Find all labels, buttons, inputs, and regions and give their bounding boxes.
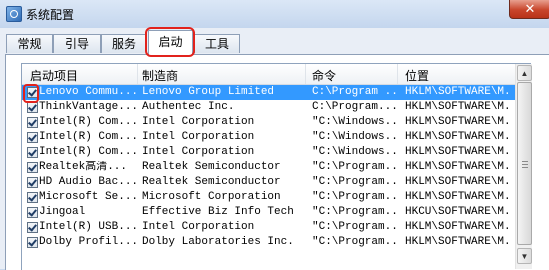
table-row[interactable]: Jingoal Effective Biz Info Tech ... "C:\… xyxy=(22,205,515,220)
column-divider[interactable] xyxy=(305,64,306,84)
system-config-icon xyxy=(6,6,22,22)
table-row[interactable]: Realtek高清... Realtek Semiconductor "C:\P… xyxy=(22,160,515,175)
location: HKLM\SOFTWARE\M... xyxy=(405,146,513,158)
location: HKLM\SOFTWARE\M... xyxy=(405,161,513,173)
row-checkbox[interactable] xyxy=(27,192,38,203)
panel-right-margin xyxy=(532,55,549,269)
table-row[interactable]: Intel(R) Com... Intel Corporation "C:\Wi… xyxy=(22,145,515,160)
location: HKLM\SOFTWARE\M... xyxy=(405,101,513,113)
window-title: 系统配置 xyxy=(26,8,75,22)
maker: Dolby Laboratories Inc. xyxy=(142,236,294,248)
location: HKCU\SOFTWARE\M... xyxy=(405,206,513,218)
close-button[interactable]: ✕ xyxy=(509,0,549,19)
tab-tools[interactable]: 工具 xyxy=(194,34,240,53)
scroll-up-arrow[interactable]: ▲ xyxy=(517,65,532,81)
scroll-down-arrow[interactable]: ▼ xyxy=(517,248,532,264)
location: HKLM\SOFTWARE\M... xyxy=(405,176,513,188)
table-row[interactable]: Lenovo Commu... Lenovo Group Limited C:\… xyxy=(22,85,515,100)
command: "C:\Program... xyxy=(312,221,396,233)
maker: Lenovo Group Limited xyxy=(142,86,275,98)
title-bar: 系统配置 ✕ xyxy=(0,0,549,28)
row-checkbox[interactable] xyxy=(27,237,38,248)
table-row[interactable]: Microsoft Se... Microsoft Corporation "C… xyxy=(22,190,515,205)
maker: Realtek Semiconductor xyxy=(142,161,281,173)
tab-strip: 常规 引导 服务 启动 工具 xyxy=(0,30,549,55)
grip-line xyxy=(522,164,528,165)
maker: Intel Corporation xyxy=(142,131,255,143)
scroll-thumb[interactable] xyxy=(517,82,532,245)
location: HKLM\SOFTWARE\M... xyxy=(405,86,513,98)
item-name: Intel(R) USB... xyxy=(39,221,137,233)
list-header: 启动项目 制造商 命令 位置 xyxy=(22,64,515,85)
item-name: ThinkVantage... xyxy=(39,101,137,113)
item-name: HD Audio Bac... xyxy=(39,176,137,188)
tab-services[interactable]: 服务 xyxy=(101,34,147,53)
item-name: Jingoal xyxy=(39,206,86,218)
row-checkbox[interactable] xyxy=(27,207,38,218)
table-row[interactable]: ThinkVantage... Authentec Inc. C:\Progra… xyxy=(22,100,515,115)
command: "C:\Windows... xyxy=(312,146,396,158)
tab-boot[interactable]: 引导 xyxy=(53,34,101,53)
command: "C:\Program... xyxy=(312,176,396,188)
row-checkbox[interactable] xyxy=(27,162,38,173)
list-rows: Lenovo Commu... Lenovo Group Limited C:\… xyxy=(22,85,515,269)
location: HKLM\SOFTWARE\M... xyxy=(405,221,513,233)
vertical-scrollbar[interactable]: ▲ ▼ xyxy=(515,64,533,269)
item-name: Microsoft Se... xyxy=(39,191,137,203)
row-checkbox[interactable] xyxy=(27,132,38,143)
checkbox-highlight-annotation xyxy=(23,84,39,103)
command: "C:\Program... xyxy=(312,236,396,248)
command: "C:\Program... xyxy=(312,206,396,218)
maker: Realtek Semiconductor xyxy=(142,176,281,188)
item-name: Intel(R) Com... xyxy=(39,116,137,128)
item-name: Intel(R) Com... xyxy=(39,131,137,143)
tab-general[interactable]: 常规 xyxy=(6,34,53,53)
row-checkbox[interactable] xyxy=(27,102,38,113)
column-divider[interactable] xyxy=(397,64,398,84)
command: "C:\Windows... xyxy=(312,131,396,143)
item-name: Intel(R) Com... xyxy=(39,146,137,158)
location: HKLM\SOFTWARE\M... xyxy=(405,236,513,248)
row-checkbox[interactable] xyxy=(27,222,38,233)
item-name: Dolby Profil... xyxy=(39,236,137,248)
maker: Intel Corporation xyxy=(142,146,255,158)
column-divider[interactable] xyxy=(137,64,138,84)
tab-startup[interactable]: 启动 xyxy=(148,30,193,55)
command: C:\Program ... xyxy=(312,86,396,98)
maker: Intel Corporation xyxy=(142,221,255,233)
table-row[interactable]: Intel(R) Com... Intel Corporation "C:\Wi… xyxy=(22,130,515,145)
command: "C:\Program... xyxy=(312,161,396,173)
location: HKLM\SOFTWARE\M... xyxy=(405,191,513,203)
row-checkbox[interactable] xyxy=(27,177,38,188)
column-header-maker[interactable]: 制造商 xyxy=(142,67,178,84)
row-checkbox[interactable] xyxy=(27,147,38,158)
item-name: Lenovo Commu... xyxy=(39,86,137,98)
table-row[interactable]: HD Audio Bac... Realtek Semiconductor "C… xyxy=(22,175,515,190)
maker: Microsoft Corporation xyxy=(142,191,281,203)
table-row[interactable]: Dolby Profil... Dolby Laboratories Inc. … xyxy=(22,235,515,250)
grip-line xyxy=(522,161,528,162)
location: HKLM\SOFTWARE\M... xyxy=(405,131,513,143)
column-header-command[interactable]: 命令 xyxy=(312,67,336,84)
maker: Authentec Inc. xyxy=(142,101,235,113)
item-name: Realtek高清... xyxy=(39,161,128,173)
column-header-item[interactable]: 启动项目 xyxy=(30,67,78,84)
maker: Intel Corporation xyxy=(142,116,255,128)
table-row[interactable]: Intel(R) Com... Intel Corporation "C:\Wi… xyxy=(22,115,515,130)
command: "C:\Windows... xyxy=(312,116,396,128)
command: "C:\Program... xyxy=(312,191,396,203)
row-checkbox[interactable] xyxy=(27,117,38,128)
grip-line xyxy=(522,167,528,168)
command: C:\Program... xyxy=(312,101,396,113)
column-header-location[interactable]: 位置 xyxy=(405,67,429,84)
table-row[interactable]: Intel(R) USB... Intel Corporation "C:\Pr… xyxy=(22,220,515,235)
location: HKLM\SOFTWARE\M... xyxy=(405,116,513,128)
maker: Effective Biz Info Tech ... xyxy=(142,206,302,218)
